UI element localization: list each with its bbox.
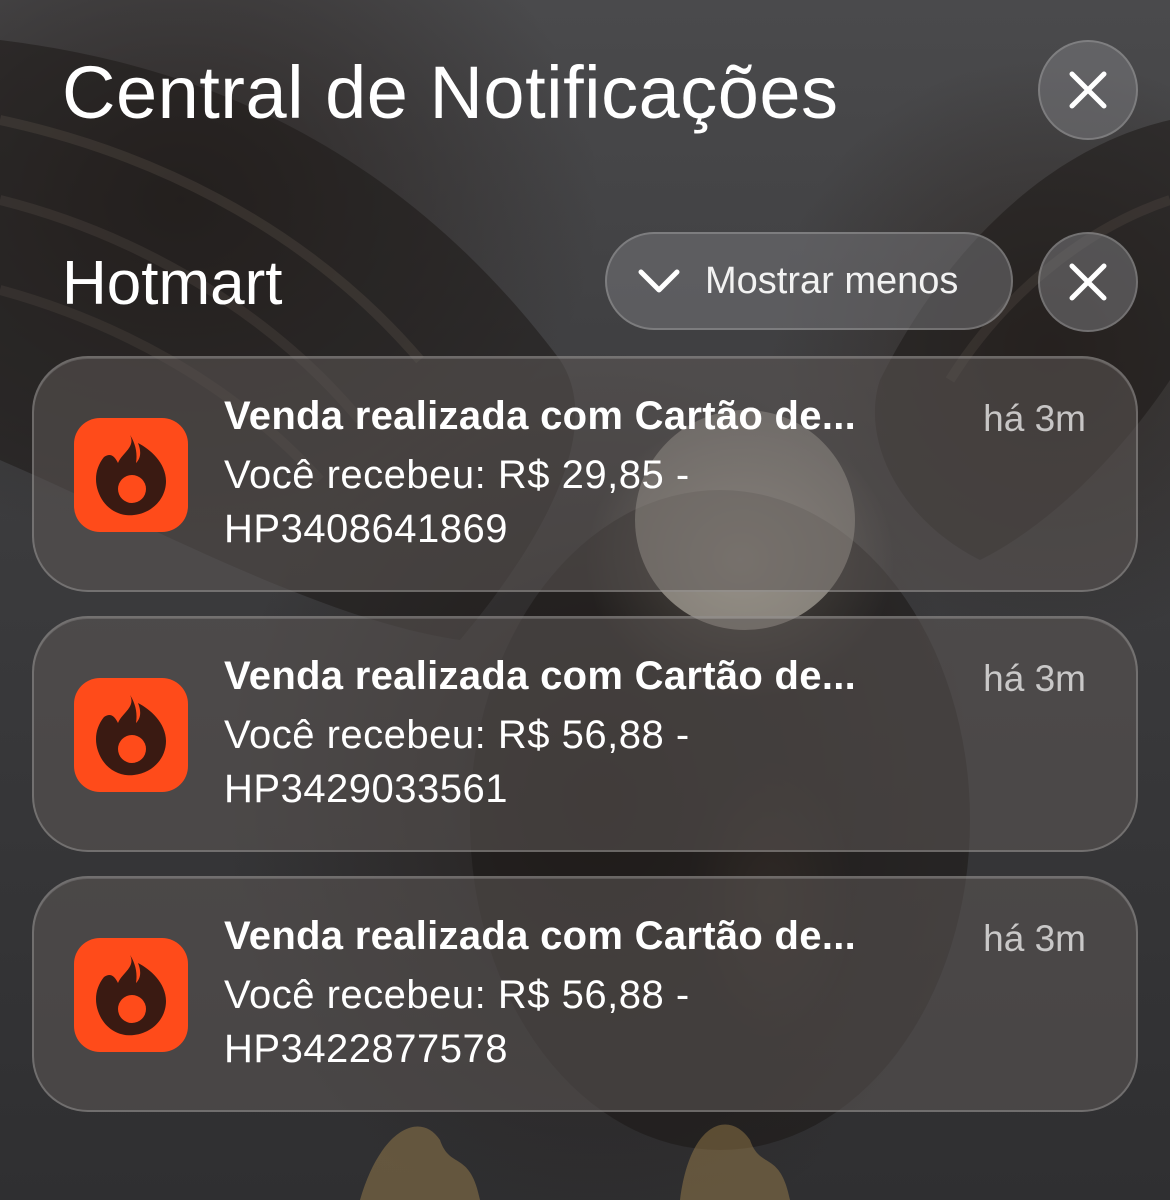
page-title: Central de Notificações <box>62 51 839 134</box>
hotmart-flame-icon <box>96 695 166 776</box>
notification-card[interactable]: Venda realizada com Cartão de... há 3m V… <box>32 876 1138 1112</box>
hotmart-flame-icon <box>96 955 166 1036</box>
hotmart-flame-icon <box>96 435 166 516</box>
notification-title: Venda realizada com Cartão de... <box>224 654 857 698</box>
hotmart-app-icon <box>74 938 188 1052</box>
notification-time: há 3m <box>983 918 1086 959</box>
close-notification-center-button[interactable] <box>1038 40 1138 140</box>
notification-time: há 3m <box>983 398 1086 439</box>
close-icon <box>1069 71 1107 109</box>
notification-body: Você recebeu: R$ 56,88 - HP3429033561 <box>224 713 690 811</box>
close-icon <box>1069 263 1107 301</box>
notification-title: Venda realizada com Cartão de... <box>224 914 857 958</box>
hotmart-app-icon <box>74 418 188 532</box>
notification-title: Venda realizada com Cartão de... <box>224 394 857 438</box>
chevron-down-icon <box>638 269 680 293</box>
notification-body: Você recebeu: R$ 29,85 - HP3408641869 <box>224 453 690 551</box>
notification-card[interactable]: Venda realizada com Cartão de... há 3m V… <box>32 356 1138 592</box>
clear-group-button[interactable] <box>1038 232 1138 332</box>
group-app-name: Hotmart <box>62 249 283 318</box>
show-less-button[interactable]: Mostrar menos <box>605 232 1013 330</box>
hotmart-app-icon <box>74 678 188 792</box>
notification-time: há 3m <box>983 658 1086 699</box>
notification-card[interactable]: Venda realizada com Cartão de... há 3m V… <box>32 616 1138 852</box>
show-less-label: Mostrar menos <box>705 259 959 302</box>
notification-body: Você recebeu: R$ 56,88 - HP3422877578 <box>224 973 690 1071</box>
